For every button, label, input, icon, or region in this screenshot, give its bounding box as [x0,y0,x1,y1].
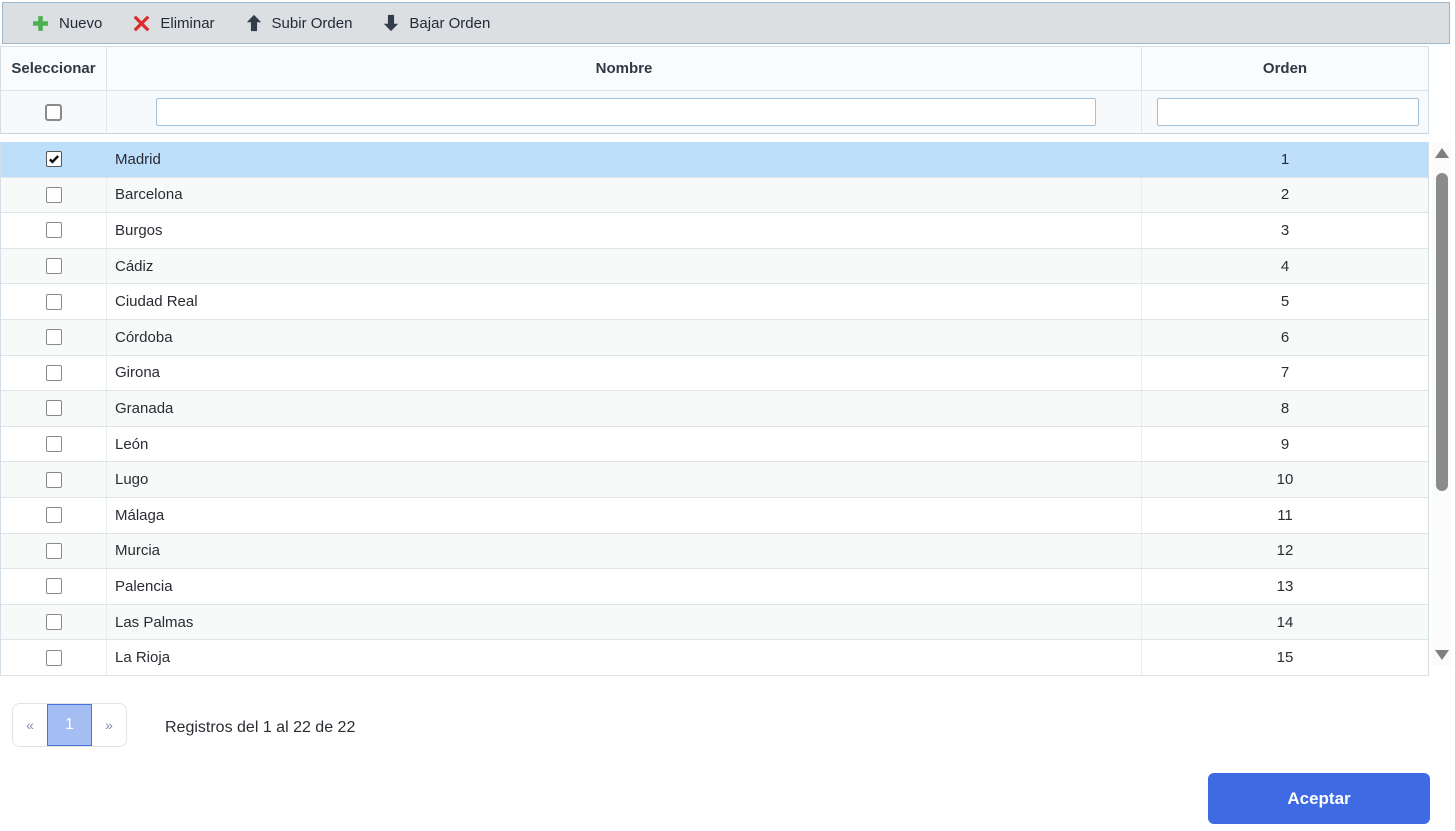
row-orden: 6 [1141,319,1428,355]
table-row[interactable]: Girona 7 [1,355,1428,392]
grid-body: Madrid 1 Barcelona 2 Burgos 3 Cádiz 4 Ci… [0,142,1429,676]
row-name: Lugo [115,471,149,489]
row-checkbox[interactable] [45,436,62,453]
prev-page-button[interactable]: « [13,704,47,746]
current-page-button[interactable]: 1 [47,704,92,746]
table-row[interactable]: Madrid 1 [1,142,1428,178]
delete-button[interactable]: Eliminar [120,8,226,39]
row-orden: 10 [1141,462,1428,497]
new-button[interactable]: Nuevo [19,8,114,39]
arrow-up-icon [245,14,263,32]
row-checkbox[interactable] [45,614,62,631]
table-row[interactable]: León 9 [1,426,1428,463]
row-checkbox[interactable] [45,222,62,239]
row-orden: 8 [1141,391,1428,426]
table-row[interactable]: Granada 8 [1,391,1428,427]
filter-row [0,91,1429,134]
table-row[interactable]: Las Palmas 14 [1,604,1428,641]
grid-header: Seleccionar Nombre Orden [0,46,1429,91]
dialog-window: Nuevo Eliminar Subir Orden Bajar Orden S… [0,0,1455,831]
header-orden[interactable]: Orden [1141,47,1428,90]
table-row[interactable]: Málaga 11 [1,497,1428,534]
row-checkbox[interactable] [45,507,62,524]
row-checkbox[interactable] [45,400,62,417]
scrollbar-thumb[interactable] [1436,173,1448,491]
table-row[interactable]: La Rioja 15 [1,640,1428,676]
row-name: Palencia [115,577,173,595]
row-orden: 11 [1141,497,1428,533]
table-row[interactable]: Cádiz 4 [1,248,1428,285]
x-icon [132,14,151,33]
accept-button[interactable]: Aceptar [1208,773,1430,824]
select-all-checkbox[interactable] [45,103,62,121]
row-checkbox[interactable] [45,578,62,595]
row-checkbox[interactable] [45,542,62,559]
vertical-scrollbar[interactable] [1432,142,1452,666]
row-orden: 2 [1141,177,1428,213]
row-checkbox[interactable] [45,364,62,381]
row-orden: 4 [1141,248,1428,284]
row-orden: 12 [1141,533,1428,569]
row-name: Burgos [115,221,163,239]
scroll-up-arrow-icon[interactable] [1435,148,1449,158]
move-down-button[interactable]: Bajar Orden [370,8,502,38]
row-orden: 9 [1141,426,1428,462]
row-orden: 13 [1141,569,1428,604]
row-name: Madrid [115,150,161,168]
records-summary: Registros del 1 al 22 de 22 [165,719,356,736]
nombre-filter-input[interactable] [156,98,1096,126]
data-grid: Seleccionar Nombre Orden Madrid 1 Barcel… [0,46,1429,676]
next-page-button[interactable]: » [92,704,126,746]
header-seleccionar[interactable]: Seleccionar [1,47,107,90]
row-name: Barcelona [115,186,183,204]
header-nombre[interactable]: Nombre [107,47,1141,90]
table-row[interactable]: Córdoba 6 [1,319,1428,356]
arrow-down-icon [382,14,400,32]
table-row[interactable]: Burgos 3 [1,213,1428,249]
row-name: Granada [115,399,174,417]
row-checkbox[interactable] [45,649,62,666]
row-checkbox[interactable] [45,329,62,346]
row-checkbox[interactable] [45,258,62,275]
row-name: Málaga [115,506,165,524]
pagination: « 1 » [12,703,127,747]
orden-filter-input[interactable] [1157,98,1419,126]
row-name: Las Palmas [115,613,194,631]
row-name: Girona [115,364,161,382]
row-checkbox[interactable] [45,151,62,168]
row-orden: 14 [1141,604,1428,640]
new-button-label: Nuevo [59,14,103,32]
row-orden: 5 [1141,284,1428,319]
row-orden: 1 [1141,142,1428,177]
row-name: Ciudad Real [115,293,198,311]
move-up-button-label: Subir Orden [271,14,353,32]
table-row[interactable]: Palencia 13 [1,569,1428,605]
table-row[interactable]: Murcia 12 [1,533,1428,570]
delete-button-label: Eliminar [160,14,215,32]
toolbar: Nuevo Eliminar Subir Orden Bajar Orden [2,2,1450,44]
row-orden: 3 [1141,213,1428,248]
scroll-down-arrow-icon[interactable] [1435,650,1449,660]
row-orden: 7 [1141,355,1428,391]
move-up-button[interactable]: Subir Orden [233,8,365,38]
row-orden: 15 [1141,640,1428,675]
row-name: León [115,435,149,453]
table-row[interactable]: Lugo 10 [1,462,1428,498]
row-name: Cádiz [115,257,154,275]
row-checkbox[interactable] [45,186,62,203]
row-name: Murcia [115,542,161,560]
plus-icon [31,14,50,33]
table-row[interactable]: Ciudad Real 5 [1,284,1428,320]
table-row[interactable]: Barcelona 2 [1,177,1428,214]
move-down-button-label: Bajar Orden [409,14,491,32]
row-checkbox[interactable] [45,293,62,310]
row-name: La Rioja [115,649,171,667]
row-checkbox[interactable] [45,471,62,488]
row-name: Córdoba [115,328,173,346]
